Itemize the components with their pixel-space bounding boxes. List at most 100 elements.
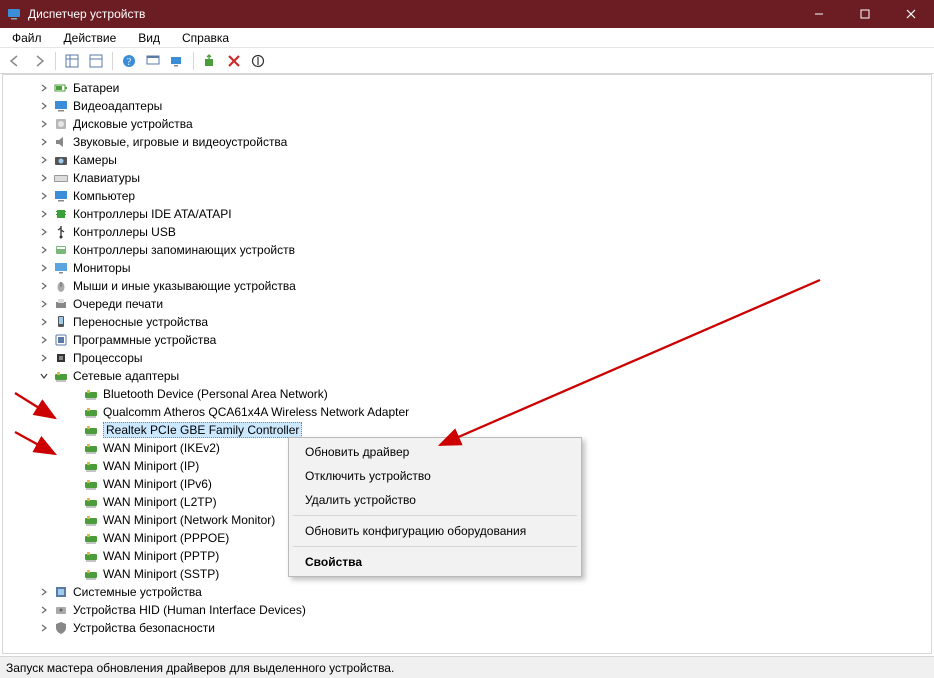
security-icon — [53, 620, 69, 636]
chevron-right-icon[interactable] — [37, 135, 51, 149]
tree-item-label: Клавиатуры — [73, 171, 140, 185]
chevron-right-icon[interactable] — [37, 621, 51, 635]
chevron-right-icon[interactable] — [37, 153, 51, 167]
toolbar-forward-button[interactable] — [28, 50, 50, 72]
window-minimize-button[interactable] — [796, 0, 842, 28]
net-icon — [83, 512, 99, 528]
tree-item-label: Системные устройства — [73, 585, 202, 599]
tree-item-portable[interactable]: Переносные устройства — [7, 313, 931, 331]
tree-item-computer[interactable]: Компьютер — [7, 187, 931, 205]
tree-item-keyboards[interactable]: Клавиатуры — [7, 169, 931, 187]
tree-item-batteries[interactable]: Батареи — [7, 79, 931, 97]
chevron-right-icon[interactable] — [37, 297, 51, 311]
menu-help[interactable]: Справка — [176, 29, 235, 47]
tree-item-label: WAN Miniport (L2TP) — [103, 495, 217, 509]
menubar: Файл Действие Вид Справка — [0, 28, 934, 48]
tree-item-video[interactable]: Видеоадаптеры — [7, 97, 931, 115]
cpu-icon — [53, 350, 69, 366]
chevron-right-icon[interactable] — [37, 333, 51, 347]
tree-item-mice[interactable]: Мыши и иные указывающие устройства — [7, 277, 931, 295]
tree-item-label: Переносные устройства — [73, 315, 208, 329]
toolbar-uninstall-button[interactable] — [223, 50, 245, 72]
tree-item-wifi[interactable]: Qualcomm Atheros QCA61x4A Wireless Netwo… — [7, 403, 931, 421]
window-maximize-button[interactable] — [842, 0, 888, 28]
net-icon — [83, 404, 99, 420]
toolbar-update-driver-button[interactable] — [199, 50, 221, 72]
chevron-right-icon[interactable] — [37, 81, 51, 95]
tree-item-printq[interactable]: Очереди печати — [7, 295, 931, 313]
app-icon — [6, 6, 22, 22]
portable-icon — [53, 314, 69, 330]
toolbar-show-hidden-button[interactable] — [61, 50, 83, 72]
chevron-right-icon[interactable] — [37, 279, 51, 293]
tree-item-cameras[interactable]: Камеры — [7, 151, 931, 169]
chevron-right-icon — [67, 387, 81, 401]
chevron-right-icon[interactable] — [37, 225, 51, 239]
toolbar-properties-button[interactable] — [85, 50, 107, 72]
tree-item-bt[interactable]: Bluetooth Device (Personal Area Network) — [7, 385, 931, 403]
context-disable-device[interactable]: Отключить устройство — [291, 464, 579, 488]
tree-item-storagectl[interactable]: Контроллеры запоминающих устройств — [7, 241, 931, 259]
window-close-button[interactable] — [888, 0, 934, 28]
net-icon — [83, 494, 99, 510]
net-icon — [53, 368, 69, 384]
chevron-right-icon[interactable] — [37, 603, 51, 617]
chevron-right-icon[interactable] — [37, 99, 51, 113]
net-icon — [83, 476, 99, 492]
tree-item-diskdrives[interactable]: Дисковые устройства — [7, 115, 931, 133]
chevron-right-icon[interactable] — [37, 315, 51, 329]
toolbar-disable-button[interactable] — [247, 50, 269, 72]
menu-view[interactable]: Вид — [132, 29, 166, 47]
net-icon — [83, 440, 99, 456]
context-update-driver[interactable]: Обновить драйвер — [291, 440, 579, 464]
chevron-right-icon[interactable] — [37, 243, 51, 257]
chevron-down-icon[interactable] — [37, 369, 51, 383]
chip-icon — [53, 206, 69, 222]
toolbar: ? — [0, 48, 934, 74]
tree-item-usb[interactable]: Контроллеры USB — [7, 223, 931, 241]
tree-item-label: Видеоадаптеры — [73, 99, 162, 113]
tree-item-ide[interactable]: Контроллеры IDE ATA/ATAPI — [7, 205, 931, 223]
tree-item-sysdev[interactable]: Системные устройства — [7, 583, 931, 601]
battery-icon — [53, 80, 69, 96]
tree-item-software[interactable]: Программные устройства — [7, 331, 931, 349]
storagectl-icon — [53, 242, 69, 258]
chevron-right-icon — [67, 405, 81, 419]
toolbar-help-button[interactable]: ? — [118, 50, 140, 72]
toolbar-separator — [112, 52, 113, 70]
statusbar: Запуск мастера обновления драйверов для … — [0, 656, 934, 678]
tree-item-hid[interactable]: Устройства HID (Human Interface Devices) — [7, 601, 931, 619]
context-separator — [293, 546, 577, 547]
chevron-right-icon — [67, 549, 81, 563]
chevron-right-icon — [67, 423, 81, 437]
toolbar-view-button[interactable] — [142, 50, 164, 72]
context-delete-device[interactable]: Удалить устройство — [291, 488, 579, 512]
printer-icon — [53, 296, 69, 312]
tree-item-label: Очереди печати — [73, 297, 163, 311]
tree-item-audio[interactable]: Звуковые, игровые и видеоустройства — [7, 133, 931, 151]
chevron-right-icon — [67, 513, 81, 527]
chevron-right-icon[interactable] — [37, 207, 51, 221]
toolbar-back-button[interactable] — [4, 50, 26, 72]
chevron-right-icon[interactable] — [37, 585, 51, 599]
tree-item-security[interactable]: Устройства безопасности — [7, 619, 931, 637]
tree-item-label: Контроллеры USB — [73, 225, 176, 239]
tree-item-network-adapters[interactable]: Сетевые адаптеры — [7, 367, 931, 385]
chevron-right-icon[interactable] — [37, 171, 51, 185]
tree-item-label: WAN Miniport (SSTP) — [103, 567, 219, 581]
menu-action[interactable]: Действие — [58, 29, 123, 47]
computer-icon — [53, 188, 69, 204]
chevron-right-icon[interactable] — [37, 261, 51, 275]
context-rescan[interactable]: Обновить конфигурацию оборудования — [291, 519, 579, 543]
tree-item-cpus[interactable]: Процессоры — [7, 349, 931, 367]
chevron-right-icon[interactable] — [37, 117, 51, 131]
toolbar-scan-hardware-button[interactable] — [166, 50, 188, 72]
chevron-right-icon — [67, 567, 81, 581]
menu-file[interactable]: Файл — [6, 29, 48, 47]
context-properties[interactable]: Свойства — [291, 550, 579, 574]
chevron-right-icon[interactable] — [37, 189, 51, 203]
chevron-right-icon[interactable] — [37, 351, 51, 365]
tree-item-label: Компьютер — [73, 189, 135, 203]
tree-item-monitors[interactable]: Мониторы — [7, 259, 931, 277]
net-icon — [83, 458, 99, 474]
